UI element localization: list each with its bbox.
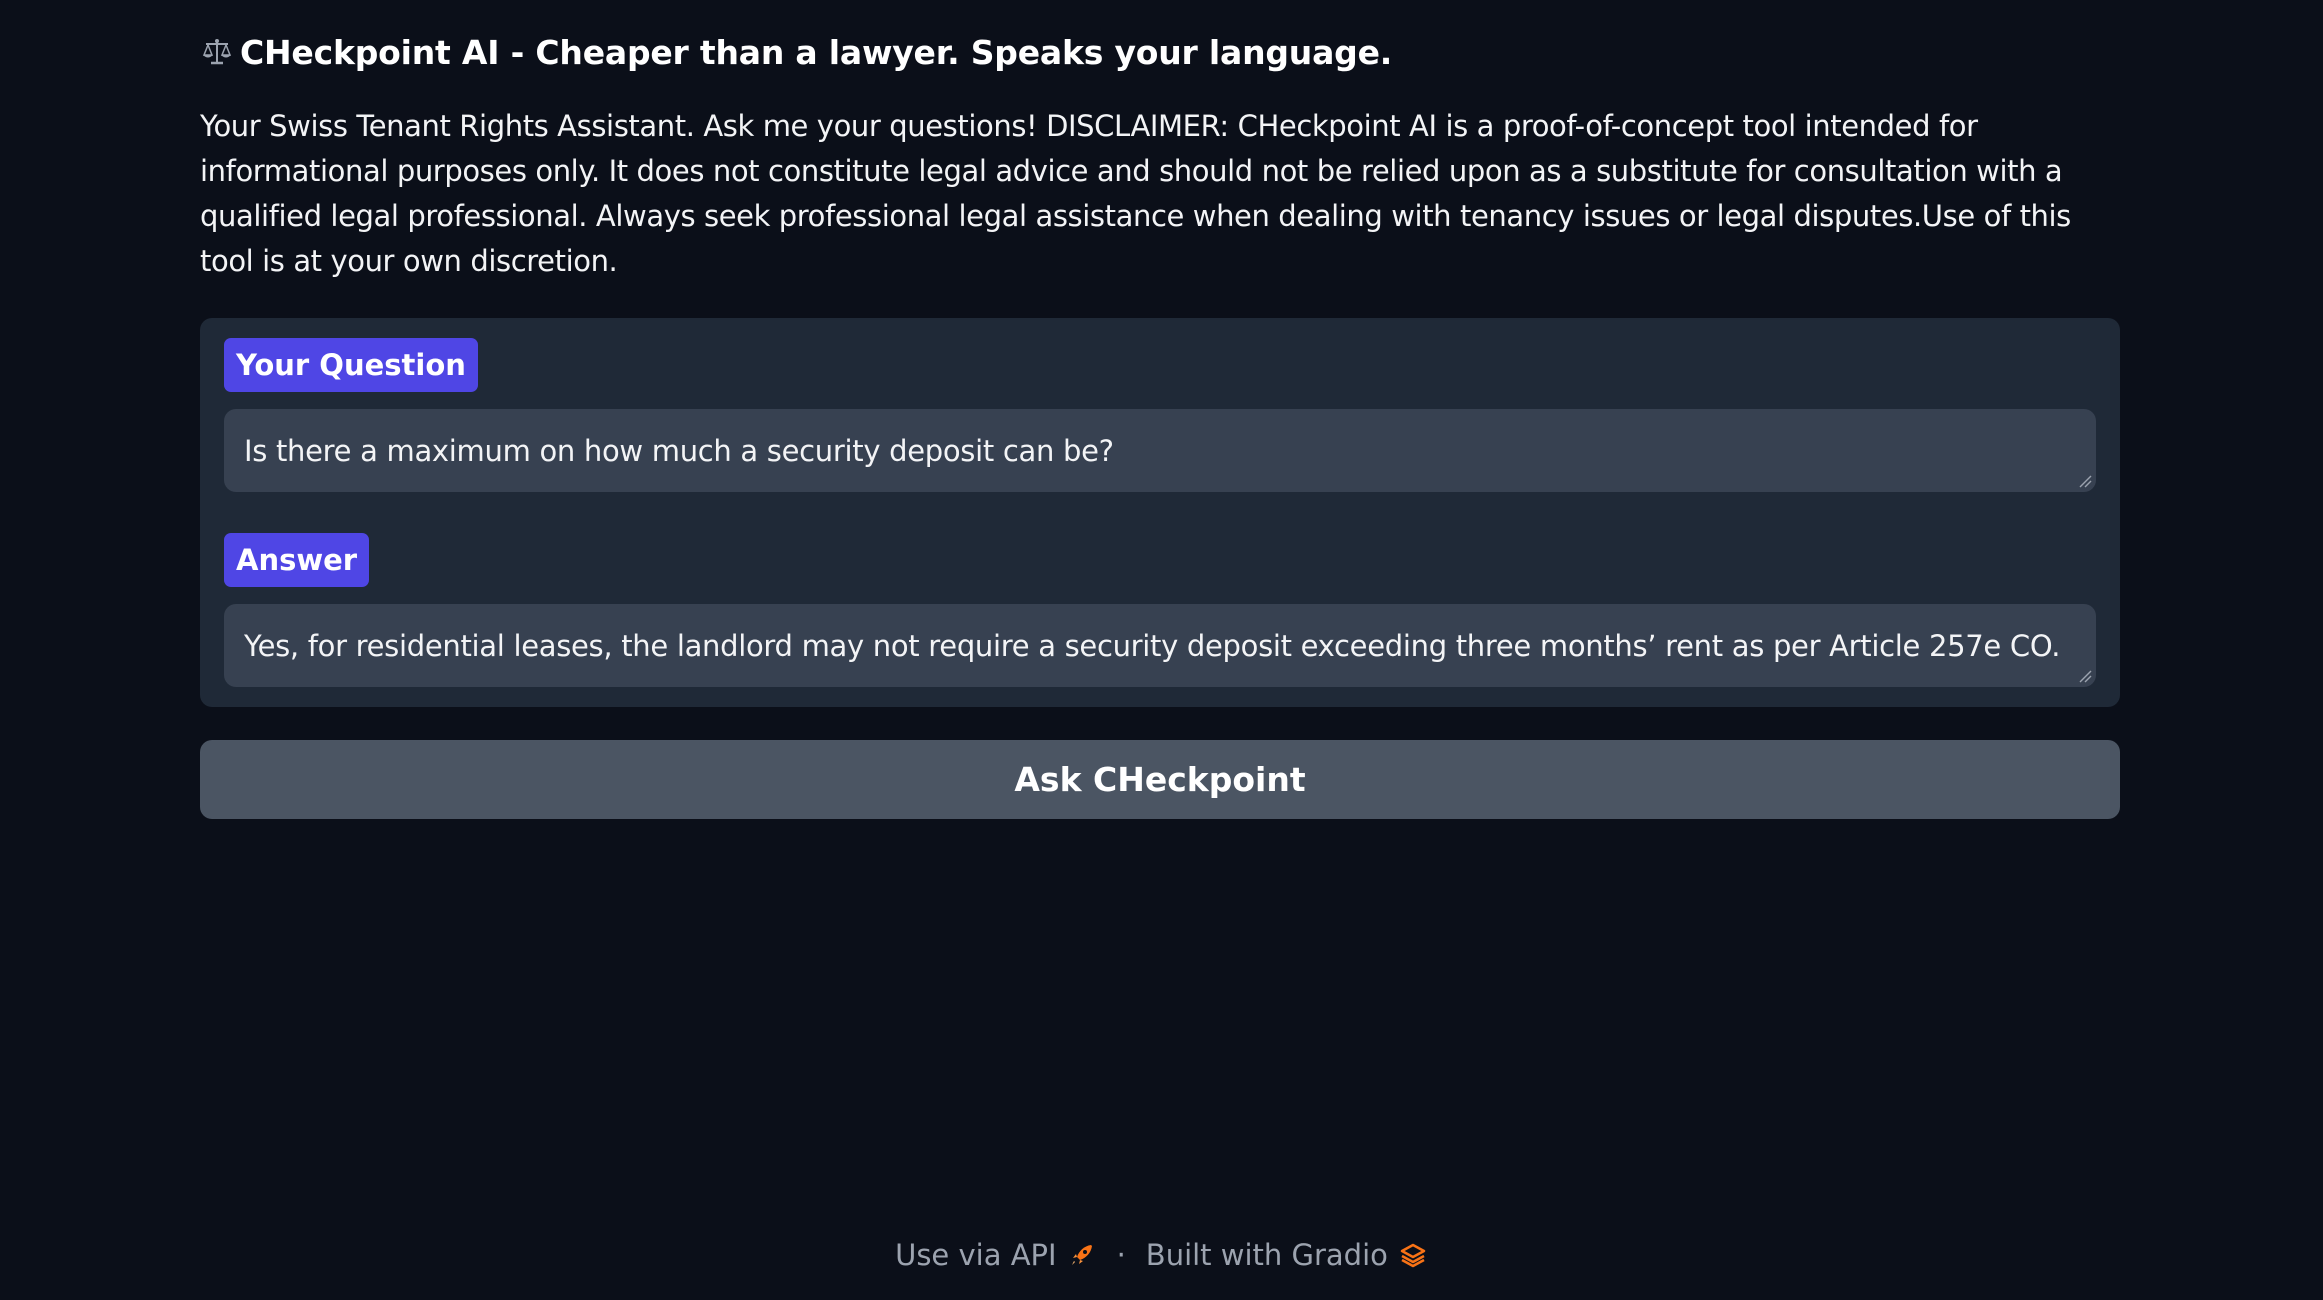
resize-handle-icon[interactable] bbox=[2078, 669, 2092, 683]
question-text: Is there a maximum on how much a securit… bbox=[244, 433, 1114, 468]
use-via-api-link[interactable]: Use via API bbox=[895, 1238, 1096, 1272]
question-input[interactable]: Is there a maximum on how much a securit… bbox=[224, 409, 2096, 492]
gradio-link-label: Built with Gradio bbox=[1145, 1238, 1388, 1272]
balance-scale-icon bbox=[200, 35, 234, 69]
question-label: Your Question bbox=[224, 338, 478, 392]
rocket-icon bbox=[1067, 1240, 1097, 1270]
ask-checkpoint-button[interactable]: Ask CHeckpoint bbox=[200, 740, 2120, 819]
answer-label: Answer bbox=[224, 533, 370, 587]
api-link-label: Use via API bbox=[895, 1238, 1057, 1272]
description-text: Your Swiss Tenant Rights Assistant. Ask … bbox=[200, 109, 2071, 278]
page-title: CHeckpoint AI - Cheaper than a lawyer. S… bbox=[240, 32, 1393, 72]
answer-text: Yes, for residential leases, the landlor… bbox=[244, 628, 2061, 663]
gradio-logo-icon bbox=[1398, 1240, 1428, 1270]
built-with-gradio-link[interactable]: Built with Gradio bbox=[1146, 1238, 1428, 1272]
answer-output[interactable]: Yes, for residential leases, the landlor… bbox=[224, 604, 2096, 687]
page-header: CHeckpoint AI - Cheaper than a lawyer. S… bbox=[200, 28, 1392, 76]
footer-separator: · bbox=[1116, 1238, 1126, 1272]
footer: Use via API · Built with Gradio bbox=[0, 1230, 2323, 1280]
resize-handle-icon[interactable] bbox=[2078, 474, 2092, 488]
qa-form-panel: Your Question Is there a maximum on how … bbox=[200, 318, 2120, 707]
